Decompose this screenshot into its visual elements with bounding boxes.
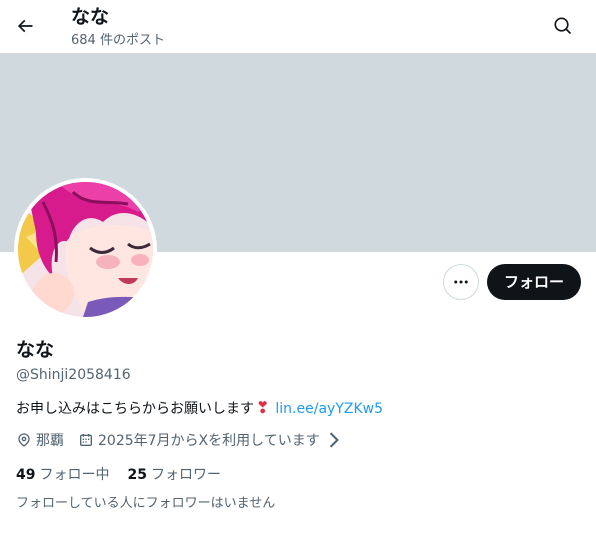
location-text: 那覇 [36,433,64,449]
back-button[interactable] [8,9,42,43]
search-icon [554,17,572,35]
post-count: 684 件のポスト [71,33,165,48]
user-handle: @Shinji2058416 [16,367,131,383]
avatar[interactable] [14,178,157,321]
location-item: 那覇 [16,430,64,450]
bio-text: お申し込みはこちらからお願いします [16,401,254,417]
follow-stats: 49 フォロー中 25 フォロワー [16,465,239,485]
arrow-left-icon [17,19,33,33]
profile-header: なな 684 件のポスト [0,0,596,53]
follow-button[interactable]: フォロー [487,264,581,300]
more-options-button[interactable] [443,264,479,300]
followers-count: 25 [127,467,147,483]
avatar-image [18,182,153,317]
header-title: なな [71,6,110,28]
bio-link[interactable]: lin.ee/ayYZKw5 [275,401,383,417]
following-link[interactable]: 49 フォロー中 [16,465,109,485]
calendar-icon [80,434,92,446]
chevron-right-icon [329,432,339,448]
followers-link[interactable]: 25 フォロワー [127,465,220,485]
followers-label: フォロワー [150,467,221,483]
joined-item[interactable]: 2025年7月からXを利用しています [78,430,346,450]
joined-text: 2025年7月からXを利用しています [98,433,320,449]
heart-exclamation-icon: ❣ [256,398,270,417]
more-horizontal-icon [454,280,468,284]
profile-meta: 那覇 2025年7月からXを利用しています [16,430,360,450]
following-count: 49 [16,467,36,483]
display-name: なな [16,339,55,361]
following-label: フォロー中 [39,467,110,483]
known-followers-note: フォローしている人にフォロワーはいません [16,496,276,511]
search-button[interactable] [546,9,580,43]
location-pin-icon [18,433,30,447]
profile-bio: お申し込みはこちらからお願いします ❣ lin.ee/ayYZKw5 [16,398,383,419]
